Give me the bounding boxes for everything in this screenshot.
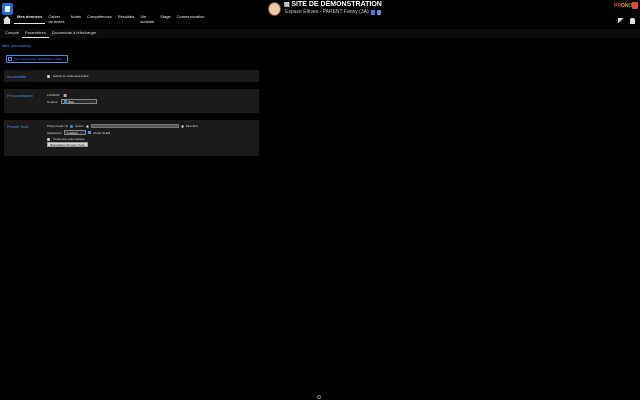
main-nav: Mes données Cahier de textes Notes Compé… bbox=[3, 14, 207, 27]
accessibility-section-label: Accessibilité bbox=[7, 75, 27, 79]
accessibility-checkbox-label: Activer le mode accessible bbox=[53, 74, 89, 78]
language-row: LANGUE : bbox=[47, 93, 68, 97]
accessibility-checkbox[interactable] bbox=[47, 74, 50, 78]
appearance-select[interactable]: Gradient ⌄ bbox=[63, 130, 86, 135]
proxy-input[interactable] bbox=[90, 124, 179, 128]
personalisation-section-label: Personnalisation bbox=[7, 94, 33, 98]
color-value: Bleu bbox=[68, 99, 75, 104]
site-title: SITE DE DÉMONSTRATION bbox=[284, 1, 381, 9]
tab-documents[interactable]: Documents à télécharger bbox=[49, 29, 100, 38]
auto-connect-label: Connexion automatique bbox=[53, 137, 85, 141]
qr-code-icon bbox=[8, 57, 12, 61]
appearance-label: Apparence bbox=[47, 130, 62, 135]
auto-connect-checkbox[interactable] bbox=[47, 137, 50, 141]
info-icon[interactable] bbox=[317, 395, 321, 399]
auto-connect-row: Connexion automatique bbox=[47, 137, 85, 141]
accessibility-panel: Accessibilité Activer le mode accessible bbox=[4, 70, 259, 82]
reset-row: Réinitialiser Pronote Tools bbox=[47, 142, 88, 147]
pronote-mark-icon bbox=[632, 2, 638, 9]
nav-item-vie-scolaire[interactable]: Vie scolaire bbox=[137, 14, 157, 27]
appearance-value: Gradient bbox=[66, 130, 79, 135]
accessibility-row: Activer le mode accessible bbox=[47, 74, 89, 78]
avatar[interactable] bbox=[268, 2, 281, 16]
oled-label: Mode OLED bbox=[93, 130, 111, 135]
site-info: SITE DE DÉMONSTRATION Espace Élèves - PA… bbox=[284, 1, 382, 16]
color-select[interactable]: Bleu ⌄ bbox=[61, 99, 98, 104]
top-bar: SITE DE DÉMONSTRATION Espace Élèves - PA… bbox=[0, 0, 640, 26]
site-header: SITE DE DÉMONSTRATION Espace Élèves - PA… bbox=[268, 1, 382, 19]
chevron-down-icon: ⌄ bbox=[91, 99, 95, 104]
personalisation-panel: Personnalisation LANGUE : Couleur : Bleu… bbox=[4, 89, 259, 113]
pin-icon[interactable] bbox=[376, 10, 381, 15]
pronote-tools-panel: Pronote Tools Proxy requis (1) Aucun Dir… bbox=[4, 120, 259, 156]
proxy-none-radio[interactable] bbox=[70, 124, 74, 128]
proxy-row: Proxy requis (1) Aucun Direct/ed bbox=[47, 124, 198, 128]
appearance-row: Apparence Gradient ⌄ Mode OLED bbox=[47, 130, 110, 135]
flag-icon[interactable] bbox=[370, 10, 375, 15]
tab-compte[interactable]: Compte bbox=[2, 29, 22, 38]
nav-right-icons bbox=[618, 18, 635, 24]
oled-checkbox[interactable] bbox=[87, 131, 91, 134]
site-subtitle-row: Espace Élèves - PARENT Fanny (3A) bbox=[285, 9, 381, 16]
proxy-direct-radio[interactable] bbox=[180, 124, 184, 128]
nav-item-competences[interactable]: Compétences bbox=[84, 14, 115, 23]
color-swatch-icon bbox=[64, 100, 68, 103]
nav-item-mes-donnees[interactable]: Mes données bbox=[14, 14, 46, 24]
mobile-access-label: Voir l'Accès pour l'application mobile bbox=[14, 57, 63, 61]
send-icon[interactable] bbox=[618, 18, 624, 23]
tab-parametres[interactable]: Paramètres bbox=[22, 29, 49, 38]
chevron-down-icon: ⌄ bbox=[80, 130, 83, 135]
user-icon[interactable] bbox=[630, 18, 635, 24]
proxy-direct-label: Direct/ed bbox=[185, 124, 198, 128]
mobile-access-button[interactable]: Voir l'Accès pour l'application mobile bbox=[6, 55, 68, 63]
color-row: Couleur : Bleu ⌄ bbox=[47, 99, 98, 104]
pronote-tools-section-label: Pronote Tools bbox=[7, 125, 29, 129]
proxy-custom-radio[interactable] bbox=[85, 124, 89, 128]
language-label: LANGUE : bbox=[47, 93, 62, 97]
reset-pronote-tools-button[interactable]: Réinitialiser Pronote Tools bbox=[47, 142, 88, 147]
nav-item-resultats[interactable]: Résultats bbox=[115, 14, 138, 23]
proxy-label: Proxy requis (1) bbox=[47, 124, 69, 128]
nav-item-cahier-de-textes[interactable]: Cahier de textes bbox=[45, 14, 67, 27]
nav-item-communication[interactable]: Communication bbox=[174, 14, 208, 23]
nav-item-notes[interactable]: Notes bbox=[68, 14, 84, 23]
sub-nav: Compte Paramètres Documents à télécharge… bbox=[0, 29, 640, 38]
proxy-none-label: Aucun bbox=[75, 124, 84, 128]
page-title: Mes paramètres bbox=[2, 43, 31, 48]
site-subtitle: Espace Élèves - PARENT Fanny (3A) bbox=[285, 9, 369, 15]
color-label: Couleur : bbox=[47, 99, 60, 104]
nav-item-stage[interactable]: Stage bbox=[157, 14, 173, 23]
home-icon[interactable] bbox=[3, 16, 11, 24]
french-flag-icon[interactable] bbox=[63, 93, 68, 97]
